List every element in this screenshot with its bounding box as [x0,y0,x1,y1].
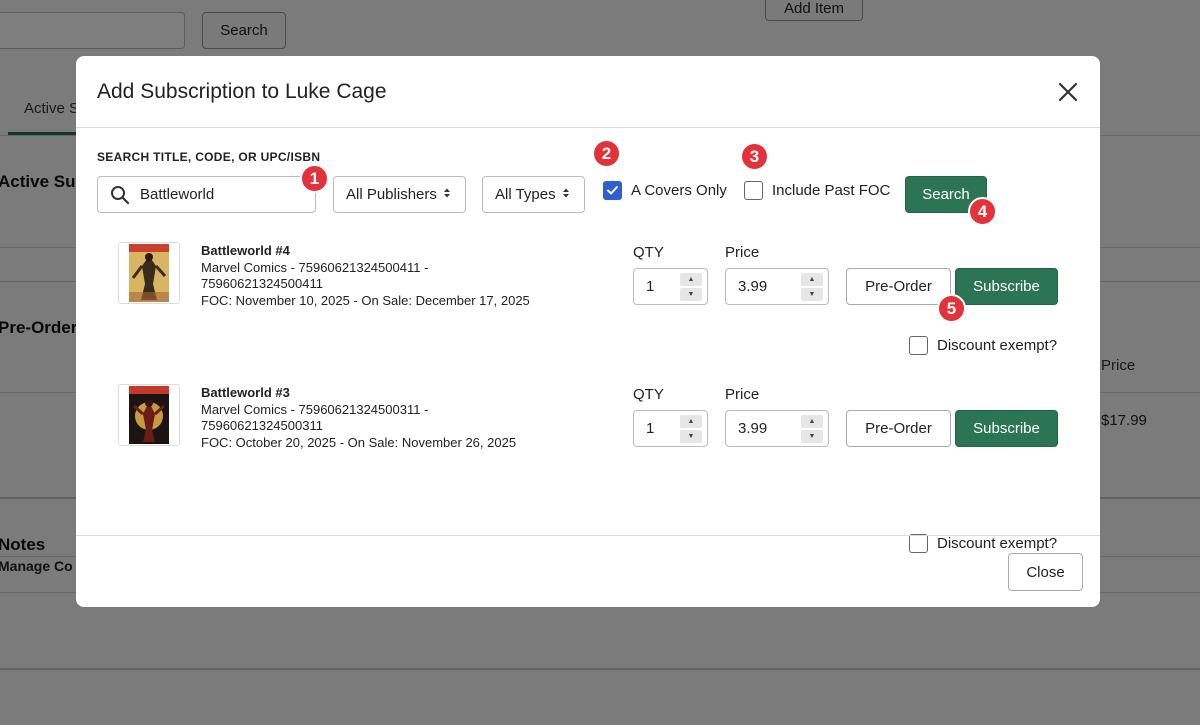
publisher-select[interactable]: All Publishers [333,176,466,213]
annotation-badge-4: 4 [968,197,997,226]
close-icon[interactable] [1054,78,1082,106]
qty-stepper[interactable]: 1 ▲ ▼ [633,268,708,305]
price-spinner[interactable]: ▲ ▼ [801,415,823,443]
modal-title: Add Subscription to Luke Cage [97,80,387,103]
price-spinner[interactable]: ▲ ▼ [801,273,823,301]
increment-icon[interactable]: ▲ [680,415,702,428]
search-label: SEARCH TITLE, CODE, OR UPC/ISBN [97,150,321,164]
modal-header: Add Subscription to Luke Cage [76,56,1100,128]
checkmark-icon [607,186,618,195]
price-stepper[interactable]: 3.99 ▲ ▼ [725,268,829,305]
decrement-icon[interactable]: ▼ [801,430,823,443]
modal-footer: Close [76,535,1100,607]
result-dates: FOC: October 20, 2025 - On Sale: Novembe… [201,434,517,450]
result-title: Battleworld #4 [201,243,290,258]
qty-value: 1 [646,278,655,295]
price-value: 3.99 [738,420,768,437]
qty-label: QTY [633,386,664,403]
result-info: Battleworld #4 Marvel Comics - 759606213… [201,243,530,309]
pre-order-button[interactable]: Pre-Order [846,268,951,305]
qty-stepper[interactable]: 1 ▲ ▼ [633,410,708,447]
qty-label: QTY [633,244,664,261]
a-covers-only-checkbox[interactable] [603,181,622,200]
result-title: Battleworld #3 [201,385,290,400]
decrement-icon[interactable]: ▼ [680,430,702,443]
decrement-icon[interactable]: ▼ [680,288,702,301]
price-label: Price [725,386,760,403]
add-subscription-modal: Add Subscription to Luke Cage SEARCH TIT… [76,56,1100,607]
qty-value: 1 [646,420,655,437]
annotation-badge-5: 5 [937,294,966,323]
search-input[interactable] [140,186,300,203]
increment-icon[interactable]: ▲ [680,273,702,286]
result-code: 75960621324500311 [201,418,323,433]
comic-cover-thumbnail [118,242,180,304]
increment-icon[interactable]: ▲ [801,415,823,428]
price-label: Price [725,244,760,261]
price-value: 3.99 [738,278,768,295]
close-button[interactable]: Close [1008,553,1083,591]
result-code: 75960621324500411 [201,276,323,291]
decrement-icon[interactable]: ▼ [801,288,823,301]
include-past-foc-label: Include Past FOC [772,182,891,199]
type-select-value: All Types [495,186,556,203]
publisher-select-value: All Publishers [346,186,437,203]
search-icon [111,185,130,204]
qty-spinner[interactable]: ▲ ▼ [680,273,702,301]
discount-exempt-checkbox[interactable] [909,336,928,355]
increment-icon[interactable]: ▲ [801,273,823,286]
a-covers-only-label: A Covers Only [631,182,727,199]
price-stepper[interactable]: 3.99 ▲ ▼ [725,410,829,447]
sort-caret-icon [443,186,451,203]
type-select[interactable]: All Types [482,176,585,213]
sort-caret-icon [562,186,570,203]
subscribe-button[interactable]: Subscribe [955,268,1058,305]
annotation-badge-1: 1 [300,164,329,193]
pre-order-button[interactable]: Pre-Order [846,410,951,447]
include-past-foc-checkbox[interactable] [744,181,763,200]
search-field[interactable] [97,176,316,213]
result-publisher-code: Marvel Comics - 75960621324500411 - [201,259,429,275]
discount-exempt-label: Discount exempt? [937,337,1058,354]
comic-cover-thumbnail [118,384,180,446]
annotation-badge-2: 2 [592,139,621,168]
subscribe-button[interactable]: Subscribe [955,410,1058,447]
result-info: Battleworld #3 Marvel Comics - 759606213… [201,385,516,451]
annotation-badge-3: 3 [740,142,769,171]
result-publisher-code: Marvel Comics - 75960621324500311 - [201,401,429,417]
result-dates: FOC: November 10, 2025 - On Sale: Decemb… [201,292,530,308]
qty-spinner[interactable]: ▲ ▼ [680,415,702,443]
